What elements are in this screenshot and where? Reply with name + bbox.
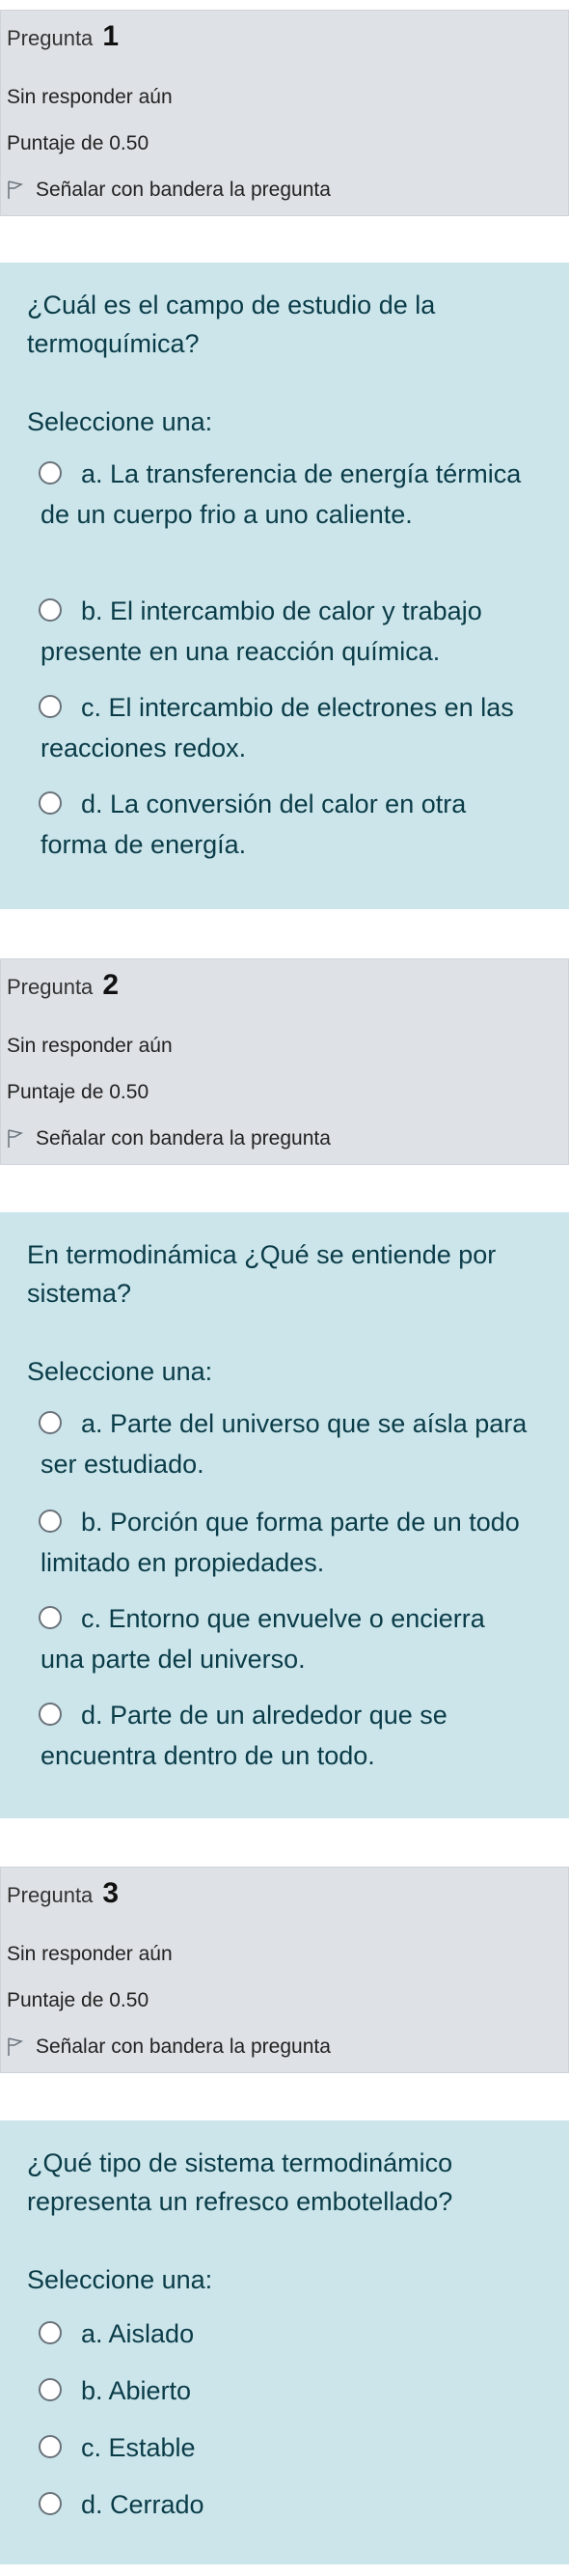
answer-option-d[interactable]: d. Cerrado [39,2484,530,2525]
answer-option-label: d. Cerrado [81,2490,204,2519]
question-state: Sin responder aún [7,1943,173,1965]
question-state: Sin responder aún [7,86,173,108]
question-number-value: 3 [102,1877,120,1909]
answer-option-b[interactable]: b. Abierto [39,2370,530,2411]
question-content-3: ¿Qué tipo de sistema termodinámico repre… [0,2120,569,2564]
question-text: ¿Cuál es el campo de estudio de la termo… [27,291,436,358]
answer-option-a[interactable]: a. Parte del universo que se aísla para … [39,1403,530,1484]
answer-prompt: Seleccione una: [27,2265,213,2294]
flag-question-link[interactable]: Señalar con bandera la pregunta [7,2036,331,2059]
answer-option-c[interactable]: c. Estable [39,2427,530,2468]
flag-icon [8,1129,24,1148]
flag-question-link[interactable]: Señalar con bandera la pregunta [7,179,331,202]
answer-prompt: Seleccione una: [27,1357,213,1386]
flag-icon [8,2037,24,2056]
answer-option-label: b. Porción que forma parte de un todo li… [41,1508,520,1577]
answer-option-b[interactable]: b. El intercambio de calor y trabajo pre… [39,591,530,672]
question-info-2: Pregunta 2 Sin responder aún Puntaje de … [0,958,569,1165]
question-content-1: ¿Cuál es el campo de estudio de la termo… [0,263,569,909]
question-state: Sin responder aún [7,1035,173,1057]
answer-prompt: Seleccione una: [27,407,213,436]
radio-button[interactable] [39,2378,62,2401]
answer-option-d[interactable]: d. Parte de un alrededor que se encuentr… [39,1695,530,1776]
question-content-2: En termodinámica ¿Qué se entiende por si… [0,1212,569,1818]
radio-button[interactable] [39,695,62,718]
question-grade: Puntaje de 0.50 [7,1081,149,1103]
radio-button[interactable] [39,2492,62,2515]
question-number-value: 1 [102,20,120,52]
answer-option-label: a. Aislado [81,2319,195,2348]
question-number: Pregunta 2 [7,969,119,1002]
answer-option-label: d. La conversión del calor en otra forma… [41,789,467,859]
flag-icon [8,180,24,199]
answer-option-label: c. Entorno que envuelve o encierra una p… [41,1604,485,1674]
radio-button[interactable] [39,2435,62,2458]
answer-option-label: c. Estable [81,2433,196,2462]
question-info-1: Pregunta 1 Sin responder aún Puntaje de … [0,10,569,216]
flag-label: Señalar con bandera la pregunta [36,1127,331,1150]
radio-button[interactable] [39,1703,62,1726]
question-label: Pregunta [7,1883,94,1907]
answer-option-a[interactable]: a. La transferencia de energía térmica d… [39,454,530,535]
question-number: Pregunta 3 [7,1877,119,1910]
radio-button[interactable] [39,1606,62,1629]
answer-option-d[interactable]: d. La conversión del calor en otra forma… [39,784,530,865]
question-number: Pregunta 1 [7,20,119,53]
question-grade: Puntaje de 0.50 [7,132,149,154]
answer-option-b[interactable]: b. Porción que forma parte de un todo li… [39,1502,530,1583]
question-label: Pregunta [7,975,94,999]
question-info-3: Pregunta 3 Sin responder aún Puntaje de … [0,1867,569,2073]
answer-option-label: d. Parte de un alrededor que se encuentr… [41,1701,447,1770]
radio-button[interactable] [39,791,62,815]
radio-button[interactable] [39,2321,62,2344]
question-text: ¿Qué tipo de sistema termodinámico repre… [27,2148,453,2216]
answer-option-label: a. Parte del universo que se aísla para … [41,1409,528,1479]
answer-option-a[interactable]: a. Aislado [39,2313,530,2354]
answer-option-label: b. El intercambio de calor y trabajo pre… [41,596,482,666]
answer-option-label: b. Abierto [81,2376,192,2405]
question-grade: Puntaje de 0.50 [7,1989,149,2011]
radio-button[interactable] [39,1510,62,1533]
radio-button[interactable] [39,598,62,622]
question-label: Pregunta [7,26,94,50]
answer-option-c[interactable]: c. Entorno que envuelve o encierra una p… [39,1598,530,1679]
question-number-value: 2 [102,969,120,1001]
radio-button[interactable] [39,461,62,485]
radio-button[interactable] [39,1411,62,1434]
flag-question-link[interactable]: Señalar con bandera la pregunta [7,1127,331,1150]
flag-label: Señalar con bandera la pregunta [36,2036,331,2058]
answer-option-label: c. El intercambio de electrones en las r… [41,693,514,762]
question-text: En termodinámica ¿Qué se entiende por si… [27,1240,497,1308]
flag-label: Señalar con bandera la pregunta [36,179,331,201]
answer-option-label: a. La transferencia de energía térmica d… [41,459,522,529]
answer-option-c[interactable]: c. El intercambio de electrones en las r… [39,687,530,768]
